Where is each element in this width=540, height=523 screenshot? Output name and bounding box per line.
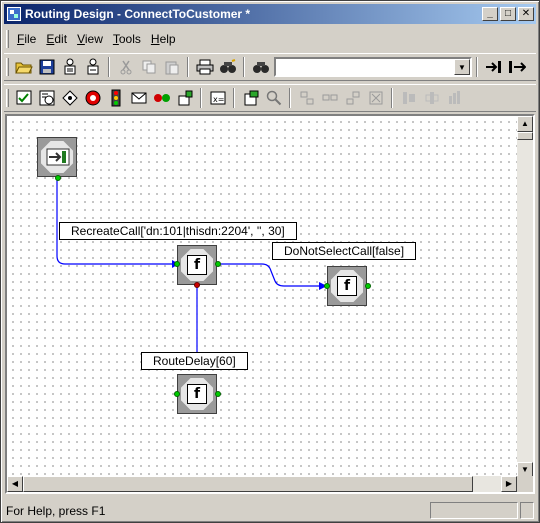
scroll-right-icon[interactable]: ▶ [501,476,517,492]
menu-view[interactable]: View [72,30,108,48]
function-icon: f [337,276,357,296]
objects-toolbar: x= [4,84,536,112]
recreate-call-label[interactable]: RecreateCall['dn:101|thisdn:2204', '', 3… [59,222,297,240]
title-bar[interactable]: Routing Design - ConnectToCustomer * _ □… [4,4,536,24]
port-out-green[interactable] [54,174,62,182]
stop-icon[interactable] [81,87,104,109]
window-title: Routing Design - ConnectToCustomer * [25,7,251,21]
link-recreate-to-donotselect[interactable] [217,263,325,287]
undeploy-icon[interactable] [81,56,104,78]
link-layer [56,178,327,359]
script-icon[interactable]: x= [206,87,229,109]
jump-from-icon[interactable] [505,56,528,78]
paste-icon[interactable] [160,56,183,78]
copy-icon[interactable] [137,56,160,78]
horizontal-scroll-thumb[interactable] [23,476,473,492]
open-folder-icon[interactable] [12,56,35,78]
query-icon[interactable] [239,87,262,109]
search-combo[interactable]: ▼ [274,57,472,77]
close-button[interactable]: ✕ [518,7,534,21]
delete-icon[interactable] [364,87,387,109]
function-node-route-delay[interactable]: f [177,374,217,414]
status-text: For Help, press F1 [6,503,106,518]
toolbar-grip[interactable] [6,58,9,76]
layout-h2-icon[interactable] [420,87,443,109]
align-center-icon[interactable] [318,87,341,109]
menu-file[interactable]: File [12,30,41,48]
toolbar-separator [187,57,189,77]
diagram-view: RecreateCall['dn:101|thisdn:2204', '', 3… [5,114,535,494]
deploy-icon[interactable] [58,56,81,78]
svg-text:x=: x= [213,95,224,104]
menu-tools[interactable]: Tools [108,30,146,48]
function-icon: f [187,384,207,404]
function-icon: f [187,255,207,275]
menu-edit[interactable]: Edit [41,30,72,48]
status-pane [430,502,518,519]
vertical-scrollbar[interactable]: ▲ ▼ [517,116,533,478]
port-out-green[interactable] [214,390,222,398]
entry-node[interactable] [37,137,77,177]
port-out-green[interactable] [364,282,372,290]
vertical-scroll-thumb[interactable] [517,132,533,140]
toolbar-grip[interactable] [6,89,9,107]
target-select-icon[interactable] [58,87,81,109]
routing-design-window: Routing Design - ConnectToCustomer * _ □… [0,0,540,523]
route-delay-label[interactable]: RouteDelay[60] [141,352,248,370]
port-in[interactable] [173,390,181,398]
port-out-green[interactable] [214,260,222,268]
toolbar-separator [200,88,202,108]
port-out-red[interactable] [193,281,201,289]
function-node-recreate-call[interactable]: f [177,245,217,285]
layout-h1-icon[interactable] [397,87,420,109]
scroll-up-icon[interactable]: ▲ [517,116,533,132]
zoom-icon[interactable] [262,87,285,109]
cut-icon[interactable] [114,56,137,78]
port-in[interactable] [323,282,331,290]
menu-bar: File Edit View Tools Help [4,29,536,49]
toolbar-separator [391,88,393,108]
subroutine-icon[interactable] [173,87,196,109]
port-in[interactable] [173,260,181,268]
toolbar-separator [289,88,291,108]
do-not-select-call-label[interactable]: DoNotSelectCall[false] [272,242,417,260]
status-bar: For Help, press F1 [4,501,536,520]
save-icon[interactable] [35,56,58,78]
diagram-canvas[interactable]: RecreateCall['dn:101|thisdn:2204', '', 3… [7,116,517,478]
traffic-light-icon[interactable] [104,87,127,109]
toolbar-separator [476,57,478,77]
print-icon[interactable] [193,56,216,78]
align-right-icon[interactable] [341,87,364,109]
toolbar-separator [233,88,235,108]
toolbar-separator [243,57,245,77]
mail-icon[interactable] [127,87,150,109]
scroll-corner [517,476,533,492]
find-binoculars-icon[interactable] [249,56,272,78]
standard-toolbar: ▼ [4,53,536,81]
app-icon [7,7,21,21]
horizontal-scrollbar[interactable]: ◀ ▶ [7,476,517,492]
minimize-button[interactable]: _ [482,7,498,21]
link-entry-to-recreate[interactable] [56,178,172,265]
variables-icon[interactable] [35,87,58,109]
start-arrow-icon [46,147,70,167]
function-node-do-not-select-call[interactable]: f [327,266,367,306]
record-icon[interactable] [150,87,173,109]
maximize-button[interactable]: □ [500,7,516,21]
menubar-grip[interactable] [6,30,9,48]
layout-v-icon[interactable] [443,87,466,109]
validate-icon[interactable] [12,87,35,109]
menu-help[interactable]: Help [146,30,181,48]
align-left-icon[interactable] [295,87,318,109]
toolbar-separator [108,57,110,77]
find-icon[interactable] [216,56,239,78]
scroll-left-icon[interactable]: ◀ [7,476,23,492]
chevron-down-icon[interactable]: ▼ [454,59,470,75]
size-grip-icon[interactable] [520,502,534,519]
jump-to-icon[interactable] [482,56,505,78]
